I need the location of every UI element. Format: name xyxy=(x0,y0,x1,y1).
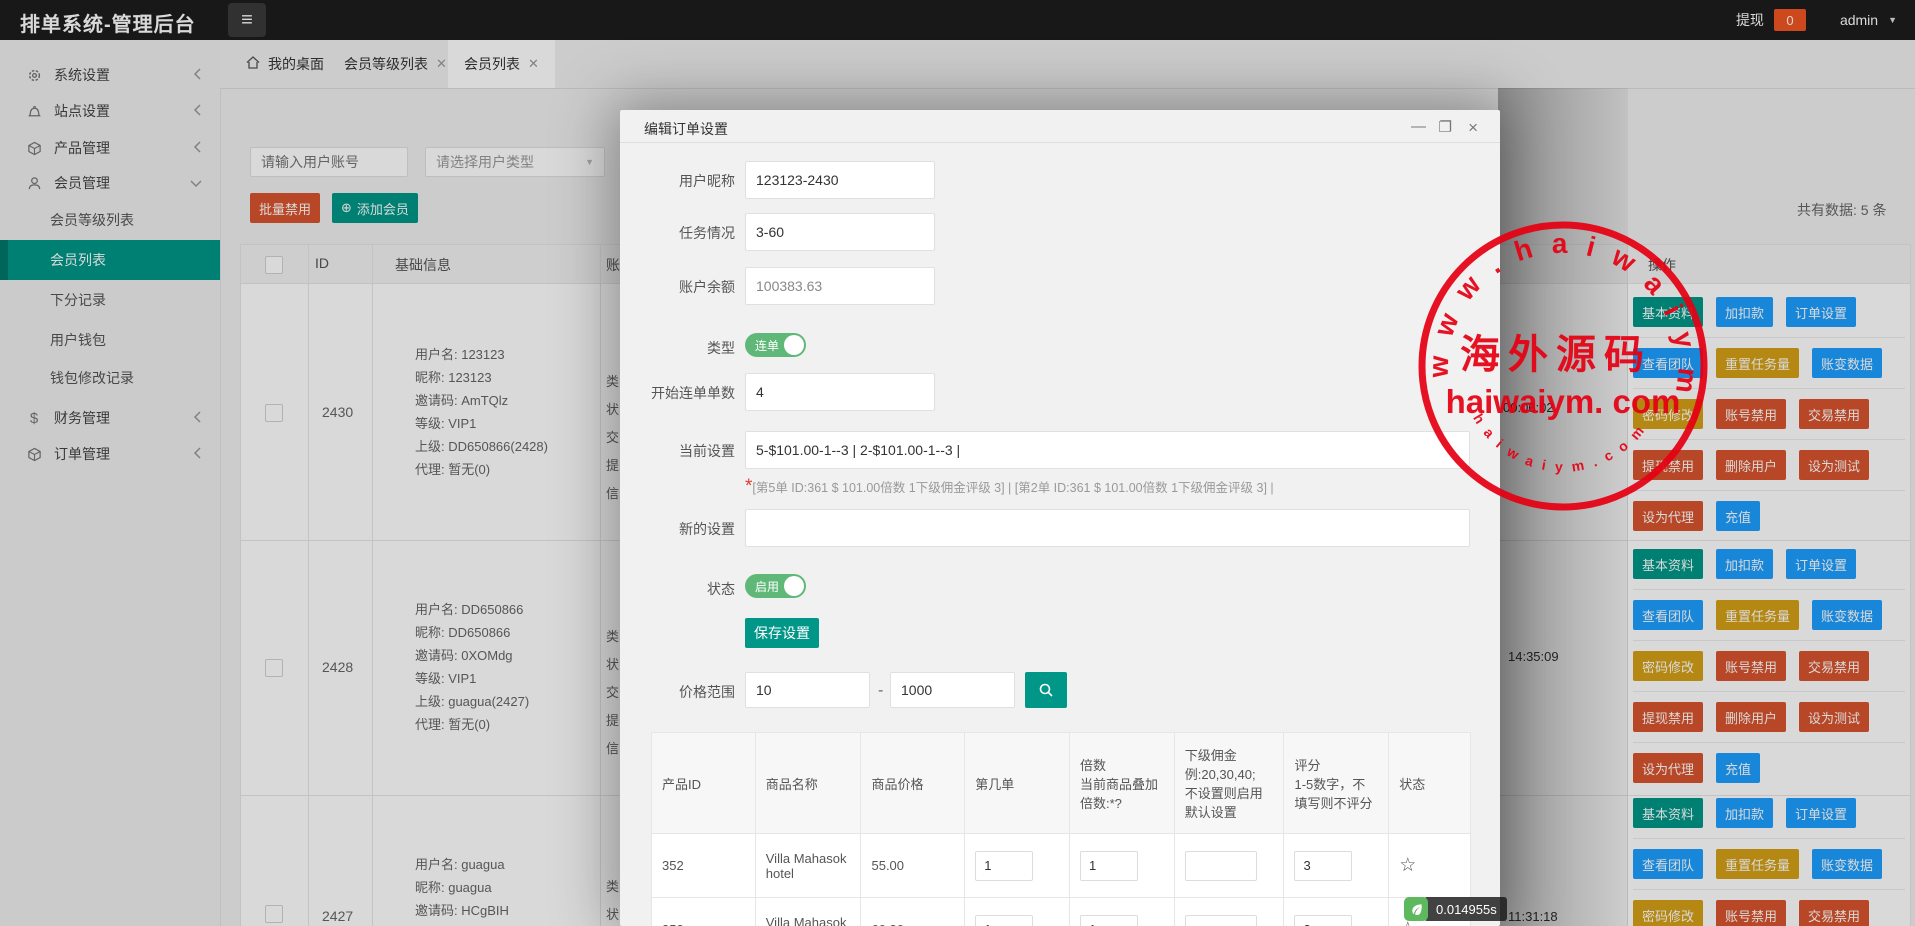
product-col-header: 下级佣金 例:20,30,40; 不设置则启用 默认设置 xyxy=(1175,733,1285,833)
price-min-input[interactable] xyxy=(745,672,870,708)
status-toggle[interactable]: 启用 xyxy=(745,574,807,598)
maximize-icon[interactable]: ❐ xyxy=(1439,118,1452,136)
product-table-header: 产品ID 商品名称 商品价格 第几单 倍数 当前商品叠加 倍数:*? 下级佣金 例:20,… xyxy=(652,733,1470,834)
field-label-start-count: 开始连单单数 xyxy=(651,385,735,401)
save-settings-button[interactable]: 保存设置 xyxy=(745,618,819,648)
speed-time-text: 0.014955s xyxy=(1424,897,1507,921)
field-label-status: 状态 xyxy=(707,581,735,597)
product-row: 353 Villa Mahasok hotel 60.30 ☆ xyxy=(652,898,1470,926)
nickname-input[interactable] xyxy=(745,161,935,199)
field-label-nickname: 用户昵称 xyxy=(679,173,735,189)
new-setting-input[interactable] xyxy=(745,509,1470,547)
multiple-input[interactable] xyxy=(1079,914,1138,926)
price-max-input[interactable] xyxy=(890,672,1015,708)
product-col-header: 状态 xyxy=(1399,776,1426,792)
multiple-input[interactable] xyxy=(1079,850,1138,881)
field-label-new-setting: 新的设置 xyxy=(679,521,735,537)
order-no-input[interactable] xyxy=(975,850,1034,881)
hint-text: [第5单 ID:361 $ 101.00倍数 1下级佣金评级 3] | [第2单… xyxy=(752,481,1274,495)
product-row: 352 Villa Mahasok hotel 55.00 ☆ xyxy=(652,834,1470,898)
current-setting-input[interactable] xyxy=(745,431,1470,469)
product-col-header: 第几单 xyxy=(965,733,1070,833)
modal-shadow-band xyxy=(1498,88,1628,926)
product-name: Villa Mahasok hotel xyxy=(756,898,862,926)
modal-header: 编辑订单设置 — ❐ × xyxy=(620,110,1500,143)
product-name: Villa Mahasok hotel xyxy=(756,834,862,897)
task-status-input[interactable] xyxy=(745,213,935,251)
leaf-icon xyxy=(1404,897,1428,921)
field-label-balance: 账户余额 xyxy=(679,279,735,295)
star-icon[interactable]: ☆ xyxy=(1399,854,1416,877)
price-search-button[interactable] xyxy=(1025,672,1067,708)
toggle-label: 连单 xyxy=(755,338,780,353)
modal-title: 编辑订单设置 xyxy=(644,121,728,137)
toggle-label: 启用 xyxy=(755,579,780,594)
commission-input[interactable] xyxy=(1184,850,1257,881)
app-root: 排单系统-管理后台 ≡ 提现 0 admin ▼ 系统设置 站点设置 产品管理 xyxy=(0,0,1915,926)
current-setting-hint: *[第5单 ID:361 $ 101.00倍数 1下级佣金评级 3] | [第2… xyxy=(745,476,1274,498)
product-col-header: 商品名称 xyxy=(756,733,862,833)
product-col-header: 评分 1-5数字，不 填写则不评分 xyxy=(1284,733,1390,833)
score-input[interactable] xyxy=(1294,850,1353,881)
price-range-dash: - xyxy=(878,682,884,699)
product-table: 产品ID 商品名称 商品价格 第几单 倍数 当前商品叠加 倍数:*? 下级佣金 例:20,… xyxy=(651,732,1471,926)
balance-input[interactable] xyxy=(745,267,935,305)
toggle-knob xyxy=(784,576,805,596)
type-toggle[interactable]: 连单 xyxy=(745,333,807,357)
field-label-type: 类型 xyxy=(707,340,735,356)
product-price: 55.00 xyxy=(861,834,966,897)
field-label-price-range: 价格范围 xyxy=(679,684,735,700)
product-id: 352 xyxy=(652,834,756,897)
product-col-header: 倍数 当前商品叠加 倍数:*? xyxy=(1070,733,1175,833)
product-col-header: 产品ID xyxy=(652,733,756,833)
minimize-icon[interactable]: — xyxy=(1411,118,1426,135)
start-count-input[interactable] xyxy=(745,373,935,411)
field-label-task: 任务情况 xyxy=(679,225,735,241)
page-speed-badge: 0.014955s xyxy=(1404,897,1507,921)
product-col-header: 商品价格 xyxy=(861,733,966,833)
product-price: 60.30 xyxy=(861,898,966,926)
toggle-knob xyxy=(784,335,805,355)
close-icon[interactable]: × xyxy=(1468,118,1478,138)
field-label-current-setting: 当前设置 xyxy=(679,443,735,459)
search-icon xyxy=(1039,683,1053,697)
score-input[interactable] xyxy=(1294,914,1353,926)
edit-order-settings-modal: 编辑订单设置 — ❐ × 用户昵称 任务情况 账户余额 类型 连单 开始连单单数… xyxy=(620,110,1500,926)
order-no-input[interactable] xyxy=(975,914,1034,926)
product-id: 353 xyxy=(652,898,756,926)
commission-input[interactable] xyxy=(1184,914,1257,926)
